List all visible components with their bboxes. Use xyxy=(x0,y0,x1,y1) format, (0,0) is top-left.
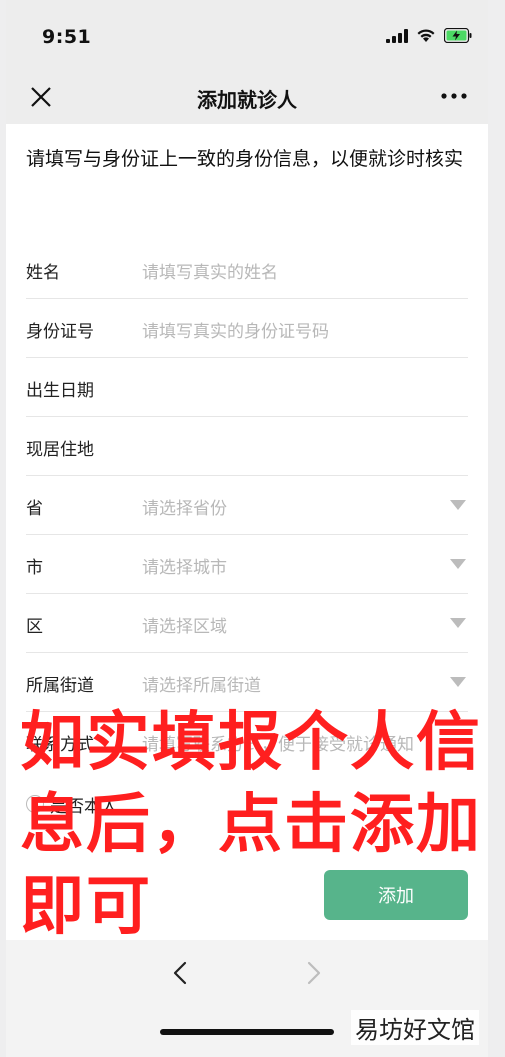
name-row[interactable]: 姓名 请填写真实的姓名 xyxy=(26,240,468,299)
street-select[interactable]: 请选择所属街道 xyxy=(142,671,261,696)
name-label: 姓名 xyxy=(26,263,60,283)
forward-arrow-icon[interactable] xyxy=(300,960,326,986)
district-label: 区 xyxy=(26,617,43,637)
more-icon[interactable] xyxy=(440,86,468,106)
birth-date-row[interactable]: 出生日期 xyxy=(26,358,468,417)
city-select[interactable]: 请选择城市 xyxy=(142,553,227,578)
province-label: 省 xyxy=(26,499,43,519)
district-dropdown-icon[interactable] xyxy=(450,618,466,628)
city-row[interactable]: 市 请选择城市 xyxy=(26,535,468,594)
notice-text: 请填写与身份证上一致的身份信息，以便就诊时核实 xyxy=(26,148,464,170)
watermark: 易坊好文馆 xyxy=(351,1010,479,1045)
street-dropdown-icon[interactable] xyxy=(450,677,466,687)
instruction-overlay: 如实填报个人信息后，点击添加即可 xyxy=(20,706,482,944)
back-arrow-icon[interactable] xyxy=(168,960,194,986)
city-label: 市 xyxy=(26,558,43,578)
province-dropdown-icon[interactable] xyxy=(450,500,466,510)
battery-charging-icon xyxy=(444,28,472,43)
status-bar: 9:51 xyxy=(6,0,488,72)
id-number-input[interactable]: 请填写真实的身份证号码 xyxy=(142,317,329,342)
id-number-row[interactable]: 身份证号 请填写真实的身份证号码 xyxy=(26,299,468,358)
residence-row: 现居住地 xyxy=(26,417,468,476)
status-icons xyxy=(386,28,472,43)
district-row[interactable]: 区 请选择区域 xyxy=(26,594,468,653)
province-select[interactable]: 请选择省份 xyxy=(142,494,227,519)
city-dropdown-icon[interactable] xyxy=(450,559,466,569)
birth-date-label: 出生日期 xyxy=(26,381,94,401)
nav-bar: 添加就诊人 xyxy=(6,72,488,124)
home-indicator[interactable] xyxy=(160,1029,334,1035)
signal-icon xyxy=(386,28,408,43)
patient-form: 姓名 请填写真实的姓名 身份证号 请填写真实的身份证号码 出生日期 现居住地 省… xyxy=(26,240,468,770)
id-number-label: 身份证号 xyxy=(26,322,94,342)
street-label: 所属街道 xyxy=(26,676,94,696)
province-row[interactable]: 省 请选择省份 xyxy=(26,476,468,535)
status-time: 9:51 xyxy=(42,26,92,48)
wifi-icon xyxy=(417,29,435,42)
residence-label: 现居住地 xyxy=(26,440,94,460)
page-title: 添加就诊人 xyxy=(197,88,297,112)
district-select[interactable]: 请选择区域 xyxy=(142,612,227,637)
name-input[interactable]: 请填写真实的姓名 xyxy=(142,258,278,283)
